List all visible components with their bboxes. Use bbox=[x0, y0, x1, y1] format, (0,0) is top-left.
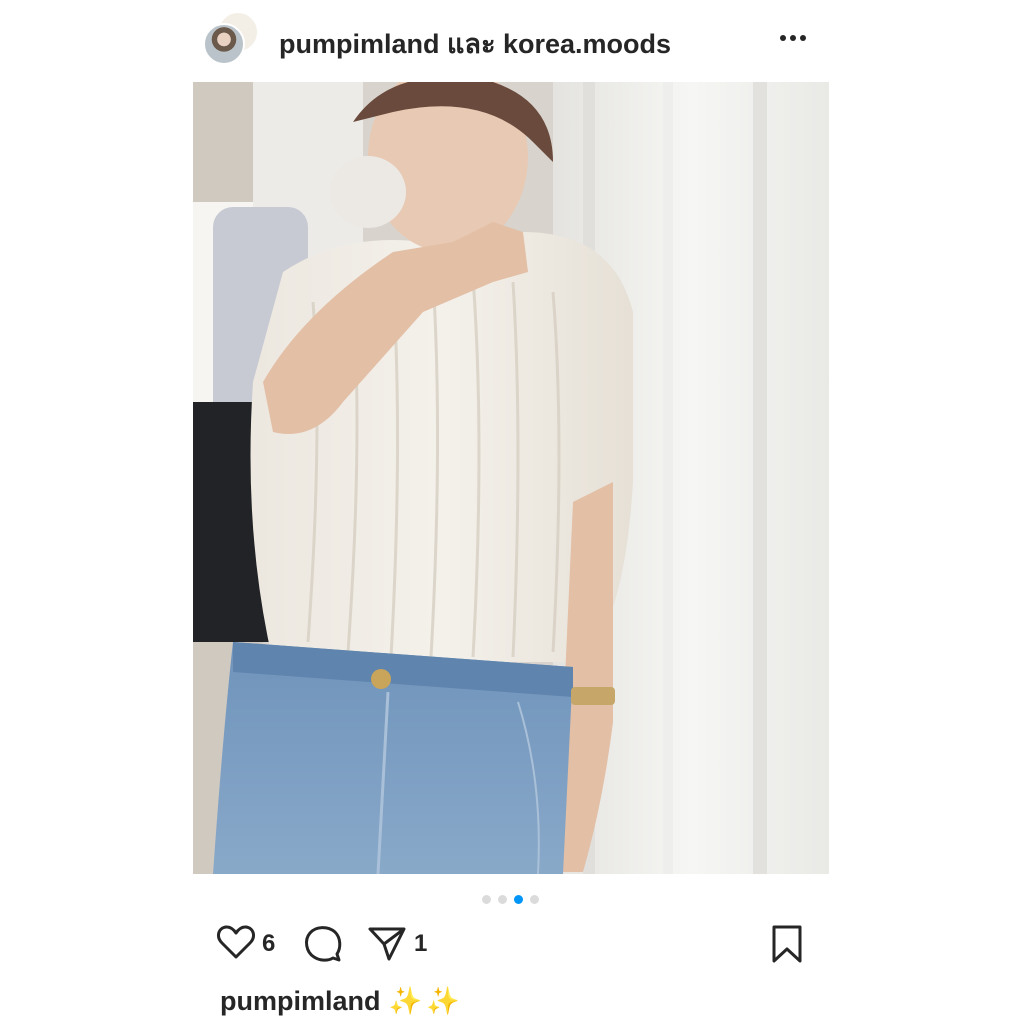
avatar-pumpimland[interactable] bbox=[203, 23, 245, 65]
caption-emoji: ✨✨ bbox=[388, 986, 464, 1016]
post-header: pumpimland และ korea.moods bbox=[0, 0, 1023, 80]
bookmark-icon[interactable] bbox=[770, 924, 804, 969]
more-options-icon[interactable] bbox=[778, 28, 808, 48]
heart-icon[interactable] bbox=[216, 924, 256, 965]
carousel-dot-active bbox=[514, 895, 523, 904]
photo-illustration bbox=[193, 82, 829, 874]
post-author-title[interactable]: pumpimland และ korea.moods bbox=[279, 22, 671, 65]
carousel-dot bbox=[482, 895, 491, 904]
collab-avatars[interactable] bbox=[203, 11, 259, 67]
like-count[interactable]: 6 bbox=[262, 930, 275, 958]
carousel-dot bbox=[530, 895, 539, 904]
comment-icon[interactable] bbox=[303, 924, 343, 969]
carousel-indicator bbox=[482, 895, 546, 904]
post-photo[interactable] bbox=[193, 82, 829, 874]
carousel-dot bbox=[498, 895, 507, 904]
share-count[interactable]: 1 bbox=[414, 930, 427, 958]
caption-username[interactable]: pumpimland bbox=[220, 986, 381, 1016]
post-actions: 6 1 bbox=[0, 920, 1023, 970]
post-caption: pumpimland ✨✨ bbox=[220, 985, 464, 1017]
send-icon[interactable] bbox=[367, 924, 407, 967]
